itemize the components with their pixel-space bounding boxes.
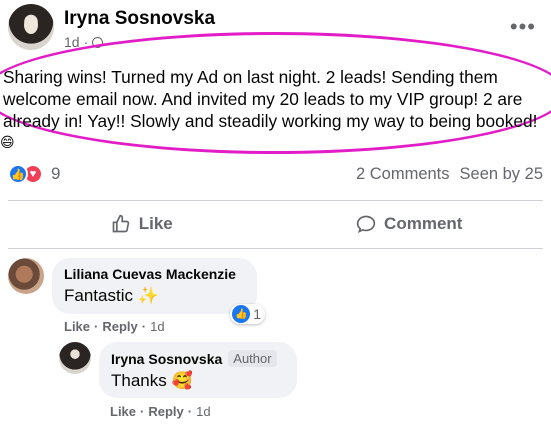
thumbs-up-icon	[112, 214, 129, 233]
comment-icon	[356, 215, 376, 234]
comment-author[interactable]: Liliana Cuevas Mackenzie	[64, 266, 245, 282]
emoji-fragment: 😄	[0, 134, 15, 150]
like-reaction-icon[interactable]: 👍	[8, 164, 28, 184]
seen-by-count[interactable]: Seen by 25	[460, 165, 543, 184]
comment-button-label: Comment	[384, 214, 463, 233]
post-author-name[interactable]: Iryna Sosnovska	[64, 8, 215, 30]
comment-text: Fantastic ✨	[64, 286, 159, 305]
reactions-summary: 👍 ♥ 9 2 Comments Seen by 25	[8, 162, 543, 186]
author-avatar[interactable]	[8, 4, 54, 50]
post-time[interactable]: 1d	[64, 34, 80, 50]
post-meta: 1d ·	[64, 34, 104, 50]
comments-count[interactable]: 2 Comments	[356, 165, 450, 184]
comment-bubble: Iryna Sosnovska Author Thanks 🥰	[99, 342, 297, 398]
comment-actions: Like · Reply · 1d	[64, 319, 165, 334]
comment-author[interactable]: Iryna Sosnovska	[111, 351, 222, 367]
comment-reaction-count: 1	[253, 306, 261, 322]
more-options-icon[interactable]: •••	[510, 14, 536, 40]
commenter-avatar[interactable]	[8, 258, 44, 294]
divider	[8, 248, 543, 249]
comment-text: Thanks 🥰	[111, 371, 193, 390]
comment-actions: Like · Reply · 1d	[110, 404, 211, 419]
commenter-avatar[interactable]	[59, 342, 91, 374]
comment-author-row: Iryna Sosnovska Author	[111, 350, 285, 367]
comment-bubble: Liliana Cuevas Mackenzie Fantastic ✨ 👍 1	[52, 258, 265, 324]
author-badge: Author	[228, 350, 277, 367]
reaction-count[interactable]: 9	[51, 164, 60, 184]
like-reaction-icon: 👍	[232, 305, 251, 323]
divider	[8, 200, 543, 201]
like-button[interactable]: Like	[8, 207, 276, 241]
post-actions: Like Comment	[8, 207, 543, 241]
comment-button[interactable]: Comment	[276, 207, 544, 241]
comment-item: Liliana Cuevas Mackenzie Fantastic ✨ 👍 1	[8, 258, 265, 324]
reply-item: Iryna Sosnovska Author Thanks 🥰	[59, 342, 297, 398]
post-stats: 2 Comments Seen by 25	[356, 165, 543, 184]
post-text: Sharing wins! Turned my Ad on last night…	[3, 67, 538, 131]
comment-like-link[interactable]: Like	[64, 319, 90, 334]
comment-reply-link[interactable]: Reply	[148, 404, 183, 419]
comment-time[interactable]: 1d	[196, 404, 210, 419]
like-button-label: Like	[138, 214, 173, 233]
comment-reply-link[interactable]: Reply	[102, 319, 137, 334]
globe-icon	[92, 36, 104, 48]
post-header: Iryna Sosnovska 1d · •••	[8, 4, 548, 54]
comment-reaction-badge[interactable]: 👍 1	[230, 304, 265, 324]
comment-time[interactable]: 1d	[150, 319, 164, 334]
comment-like-link[interactable]: Like	[110, 404, 136, 419]
